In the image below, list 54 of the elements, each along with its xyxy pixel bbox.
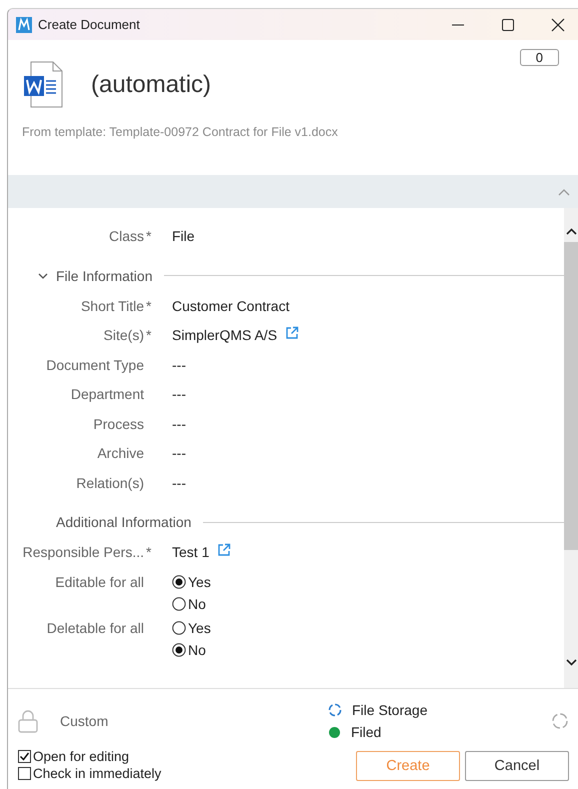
field-label: Deletable for all <box>46 620 144 636</box>
field-label: Site(s) <box>104 327 144 343</box>
field-value: File <box>172 228 195 244</box>
required-mark: * <box>145 298 152 314</box>
section-title[interactable]: File Information <box>56 268 152 284</box>
required-mark: * <box>145 228 152 244</box>
storage-label: File Storage <box>352 702 428 718</box>
field-value: Test 1 <box>172 544 210 560</box>
app-icon <box>16 16 32 32</box>
checkbox-label[interactable]: Check in immediately <box>33 766 162 781</box>
external-link-icon[interactable] <box>217 543 232 557</box>
required-mark: * <box>145 327 152 343</box>
field-value: --- <box>172 474 186 490</box>
field-value: --- <box>172 445 186 461</box>
radio-button[interactable] <box>172 574 186 588</box>
field-label: Class <box>108 228 144 244</box>
chevron-down-icon[interactable] <box>38 270 48 280</box>
field-value: Customer Contract <box>172 298 290 314</box>
close-icon[interactable] <box>551 18 565 32</box>
radio-button[interactable] <box>172 620 186 634</box>
maximize-icon[interactable] <box>501 18 515 32</box>
field-label: Responsible Pers... <box>22 544 144 560</box>
template-text: From template: Template-00972 Contract for File v1.docx <box>22 125 339 139</box>
comment-count-badge[interactable]: 0 <box>520 49 559 66</box>
field-value: --- <box>172 386 186 402</box>
field-value: --- <box>172 416 186 432</box>
checkbox[interactable] <box>18 750 31 763</box>
checkbox-label[interactable]: Open for editing <box>33 749 130 764</box>
field-label: Archive <box>97 445 144 461</box>
lock-icon <box>18 709 38 733</box>
checkbox[interactable] <box>18 767 31 780</box>
field-label: Relation(s) <box>76 474 144 490</box>
radio-button[interactable] <box>172 596 186 610</box>
option-label[interactable]: Yes <box>188 620 211 636</box>
cancel-button[interactable]: Cancel <box>465 751 569 781</box>
window-title: Create Document <box>38 17 140 32</box>
option-label[interactable]: No <box>188 596 206 612</box>
radio-button[interactable] <box>172 642 186 656</box>
external-link-icon[interactable] <box>285 326 300 340</box>
sync-icon <box>328 703 342 717</box>
option-label[interactable]: Yes <box>188 574 211 590</box>
field-value: SimplerQMS A/S <box>172 327 278 343</box>
field-label: Process <box>93 416 144 432</box>
field-value: --- <box>172 356 186 372</box>
field-label: Editable for all <box>55 574 144 590</box>
option-label[interactable]: No <box>188 642 206 658</box>
field-label: Document Type <box>46 356 144 372</box>
required-mark: * <box>145 544 152 560</box>
document-title: (automatic) <box>91 70 212 98</box>
field-label: Department <box>70 386 144 402</box>
permission-label: Custom <box>60 713 108 729</box>
section-title: Additional Information <box>56 514 192 530</box>
status-label: Filed <box>351 724 382 740</box>
field-label: Short Title <box>80 298 144 314</box>
